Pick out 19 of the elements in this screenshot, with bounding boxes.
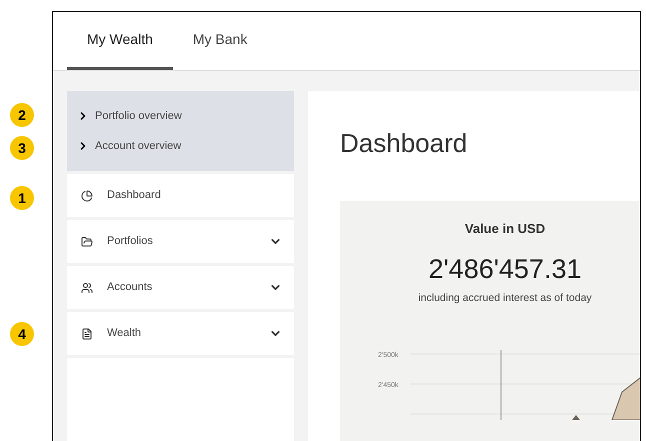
quick-link[interactable]: Portfolio overview — [77, 108, 182, 124]
pie-icon — [81, 190, 93, 202]
callout-badge: 3 — [10, 136, 34, 160]
total-value: 2'486'457.31 — [428, 252, 582, 284]
document-icon — [81, 328, 93, 340]
tab[interactable]: My Bank — [172, 12, 268, 70]
users-icon — [81, 282, 93, 294]
sidebar-item[interactable]: Accounts — [67, 266, 294, 309]
sidebar-item[interactable]: Portfolios — [67, 220, 294, 263]
quick-link[interactable]: Account overview — [77, 138, 182, 154]
card-heading: Value in USD — [464, 220, 546, 238]
callout-badge: 2 — [10, 103, 34, 127]
sidebar-item[interactable]: Dashboard — [67, 174, 294, 217]
value-caption: including accrued interest as of today — [418, 290, 592, 306]
callout-badge: 1 — [10, 186, 34, 210]
page-title: Dashboard — [340, 127, 468, 159]
sidebar-item[interactable]: Wealth — [67, 312, 294, 355]
folder-icon — [81, 236, 93, 248]
callout-badge: 4 — [10, 322, 34, 346]
